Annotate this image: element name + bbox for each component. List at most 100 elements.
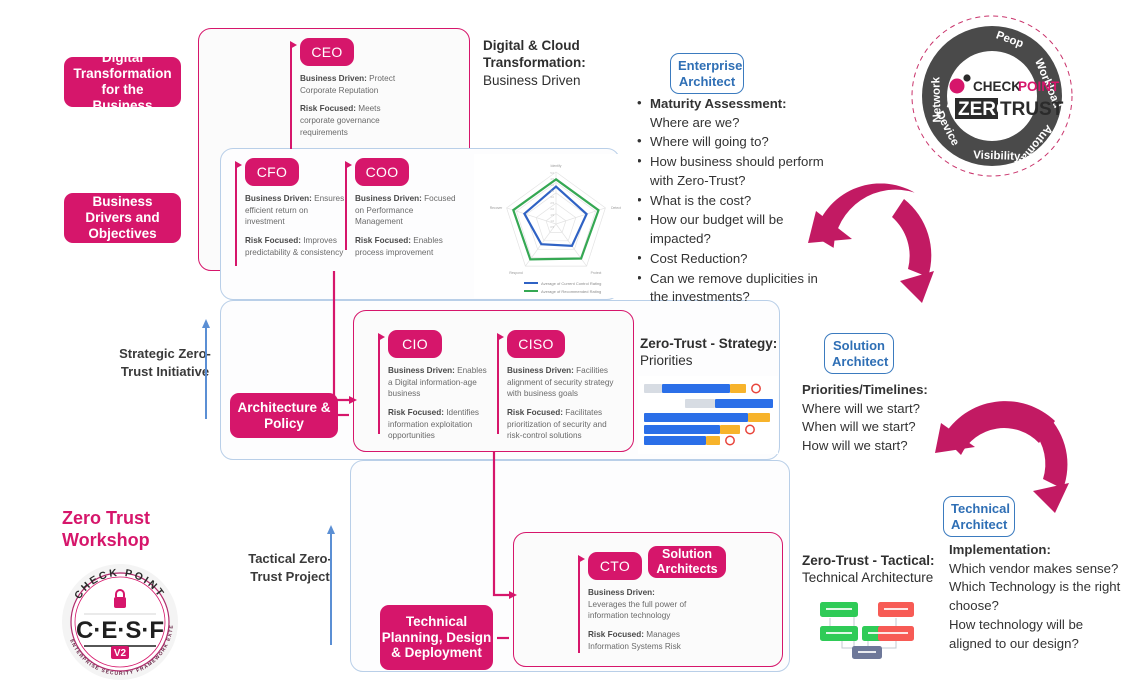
list-item: What is the cost?	[635, 191, 825, 211]
role-detail-cto: Business Driven: Leverages the full powe…	[588, 587, 694, 652]
svg-text:0.5: 0.5	[550, 225, 554, 229]
role-pill-solution-architects-text: Solution Architects	[656, 547, 718, 576]
svg-text:1.5: 1.5	[550, 213, 554, 217]
role-risk-label-cto: Risk Focused:	[588, 629, 644, 639]
heading-digital-cloud: Digital & Cloud Transformation: Business…	[483, 37, 623, 89]
role-pill-cfo-text: CFO	[256, 163, 288, 180]
list-item: Maturity Assessment: Where are we?	[635, 94, 825, 132]
logo-cesf-badge: CHECK POINT ENTERPRISE SECURITY FRAMEWOR…	[56, 556, 178, 680]
label-digital-transformation-text: Digital Transformation for the Business	[73, 50, 172, 113]
label-strategic-initiative: Strategic Zero-Trust Initiative	[115, 345, 215, 380]
flow-arrow-stage1-to-stage2	[808, 183, 934, 303]
role-detail-cfo: Business Driven: Ensures efficient retur…	[245, 193, 347, 258]
role-pill-coo-text: COO	[365, 163, 399, 180]
role-business-label-coo: Business Driven:	[355, 194, 422, 203]
label-tactical-project-text: Tactical Zero-Trust Project	[248, 551, 332, 584]
phase-arrow-tactical	[326, 525, 337, 645]
role-business-label-cto: Business Driven:	[588, 588, 655, 597]
role-business-label-cfo: Business Driven:	[245, 194, 312, 203]
role-pill-ciso-text: CISO	[518, 335, 554, 352]
role-pill-ceo-text: CEO	[311, 43, 343, 60]
role-business-text-cto: Leverages the full power of information …	[588, 599, 687, 621]
role-pill-cio-text: CIO	[402, 335, 428, 352]
heading-zero-trust-tactical-bold: Zero-Trust - Tactical:	[802, 553, 935, 568]
role-detail-coo: Business Driven: Focused on Performance …	[355, 193, 459, 258]
svg-text:TRUST: TRUST	[1000, 99, 1064, 120]
role-detail-cio: Business Driven: Enables a Digital infor…	[388, 365, 492, 442]
questions-technical-architect: Implementation: Which vendor makes sense…	[949, 541, 1129, 653]
questions-technical-architect-line-3: How technology will be aligned to our de…	[949, 616, 1084, 651]
heading-zero-trust-strategy: Zero-Trust - Strategy: Priorities	[640, 335, 790, 370]
pill-architecture-policy: Architecture & Policy	[230, 393, 338, 438]
list-item: How our budget will be impacted?	[635, 210, 825, 248]
role-business-label-cio: Business Driven:	[388, 366, 455, 375]
label-business-drivers: Business Drivers and Objectives	[64, 193, 181, 243]
role-card-cto: CTO Solution Architects Business Driven:…	[577, 546, 758, 659]
svg-text:V2: V2	[114, 648, 127, 659]
tag-enterprise-architect-text: Enterprise Architect	[678, 58, 743, 89]
role-pill-solution-architects: Solution Architects	[648, 546, 726, 578]
svg-text:Protect: Protect	[591, 271, 602, 275]
role-card-ciso: CISO Business Driven: Facilities alignme…	[496, 330, 622, 449]
role-business-label-ceo: Business Driven:	[300, 74, 367, 83]
svg-text:2.0: 2.0	[550, 207, 554, 211]
pill-architecture-policy-text: Architecture & Policy	[237, 399, 331, 431]
phase-arrow-strategic	[201, 319, 212, 419]
role-stem-coo	[344, 161, 353, 250]
gantt-chart-priorities	[638, 376, 778, 454]
role-pill-cto: CTO	[588, 552, 642, 580]
role-card-ceo: CEO Business Driven: Protect Corporate R…	[289, 38, 460, 149]
questions-technical-architect-line-2: Which Technology is the right choose?	[949, 579, 1121, 614]
role-stem-cfo	[234, 161, 243, 266]
heading-digital-cloud-bold: Digital & Cloud Transformation:	[483, 38, 586, 71]
radar-chart-maturity: Identify Detect Protect Respond Recover …	[474, 154, 638, 298]
logo-checkpoint-zerotrust: Data People Workload Network Automation …	[901, 3, 1073, 177]
role-risk-label-cfo: Risk Focused:	[245, 235, 301, 245]
list-item: Cost Reduction?	[635, 249, 825, 269]
role-pill-ciso: CISO	[507, 330, 565, 358]
role-pill-ceo: CEO	[300, 38, 354, 66]
questions-technical-architect-line-1: Which vendor makes sense?	[949, 560, 1119, 576]
svg-text:4.0: 4.0	[550, 183, 554, 187]
svg-text:2.5: 2.5	[550, 201, 554, 205]
svg-text:Respond: Respond	[509, 271, 523, 275]
role-risk-label-ceo: Risk Focused:	[300, 104, 356, 114]
list-item: How business should perform with Zero-Tr…	[635, 152, 825, 190]
role-stem-cio	[377, 333, 386, 434]
role-detail-ceo: Business Driven: Protect Corporate Reput…	[300, 73, 396, 138]
page-title: Zero Trust Workshop	[62, 508, 202, 552]
page-title-text: Zero Trust Workshop	[62, 508, 151, 550]
label-business-drivers-text: Business Drivers and Objectives	[85, 194, 160, 241]
heading-zero-trust-strategy-bold: Zero-Trust - Strategy:	[640, 336, 778, 351]
role-risk-label-cio: Risk Focused:	[388, 407, 444, 417]
heading-zero-trust-tactical: Zero-Trust - Tactical: Technical Archite…	[802, 552, 952, 587]
role-card-cio: CIO Business Driven: Enables a Digital i…	[377, 330, 498, 449]
role-pill-cfo: CFO	[245, 158, 299, 186]
role-pill-cto-text: CTO	[599, 557, 631, 574]
role-stem-ciso	[496, 333, 505, 434]
flow-arrow-stage2-to-stage3	[935, 401, 1069, 513]
svg-text:4.5: 4.5	[550, 177, 554, 181]
svg-text:1.0: 1.0	[550, 219, 554, 223]
tag-enterprise-architect[interactable]: Enterprise Architect	[670, 53, 744, 95]
list-item: Can we remove duplicities in the investm…	[635, 269, 825, 307]
role-card-coo: COO Business Driven: Focused on Performa…	[344, 158, 465, 265]
label-digital-transformation: Digital Transformation for the Business	[64, 50, 181, 113]
heading-zero-trust-tactical-sub: Technical Architecture	[802, 570, 934, 586]
role-stem-cto	[577, 555, 586, 653]
heading-digital-cloud-sub: Business Driven	[483, 72, 581, 88]
svg-text:3.0: 3.0	[550, 195, 554, 199]
role-risk-label-ciso: Risk Focused:	[507, 407, 563, 417]
svg-text:C·E·S·F: C·E·S·F	[76, 617, 164, 644]
role-business-label-ciso: Business Driven:	[507, 366, 574, 375]
role-risk-label-coo: Risk Focused:	[355, 235, 411, 245]
svg-text:Recover: Recover	[490, 206, 503, 210]
svg-text:Average of Current Control Rat: Average of Current Control Rating	[541, 281, 601, 286]
heading-zero-trust-strategy-sub: Priorities	[640, 353, 693, 369]
role-detail-ciso: Business Driven: Facilities alignment of…	[507, 365, 617, 442]
svg-text:Average of Recommended Rating: Average of Recommended Rating	[541, 289, 601, 294]
architecture-diagram-thumbnail	[808, 588, 922, 662]
questions-enterprise-architect-list: Maturity Assessment: Where are we? Where…	[635, 94, 825, 307]
role-pill-coo: COO	[355, 158, 409, 186]
questions-enterprise-architect: Maturity Assessment: Where are we? Where…	[635, 94, 825, 308]
